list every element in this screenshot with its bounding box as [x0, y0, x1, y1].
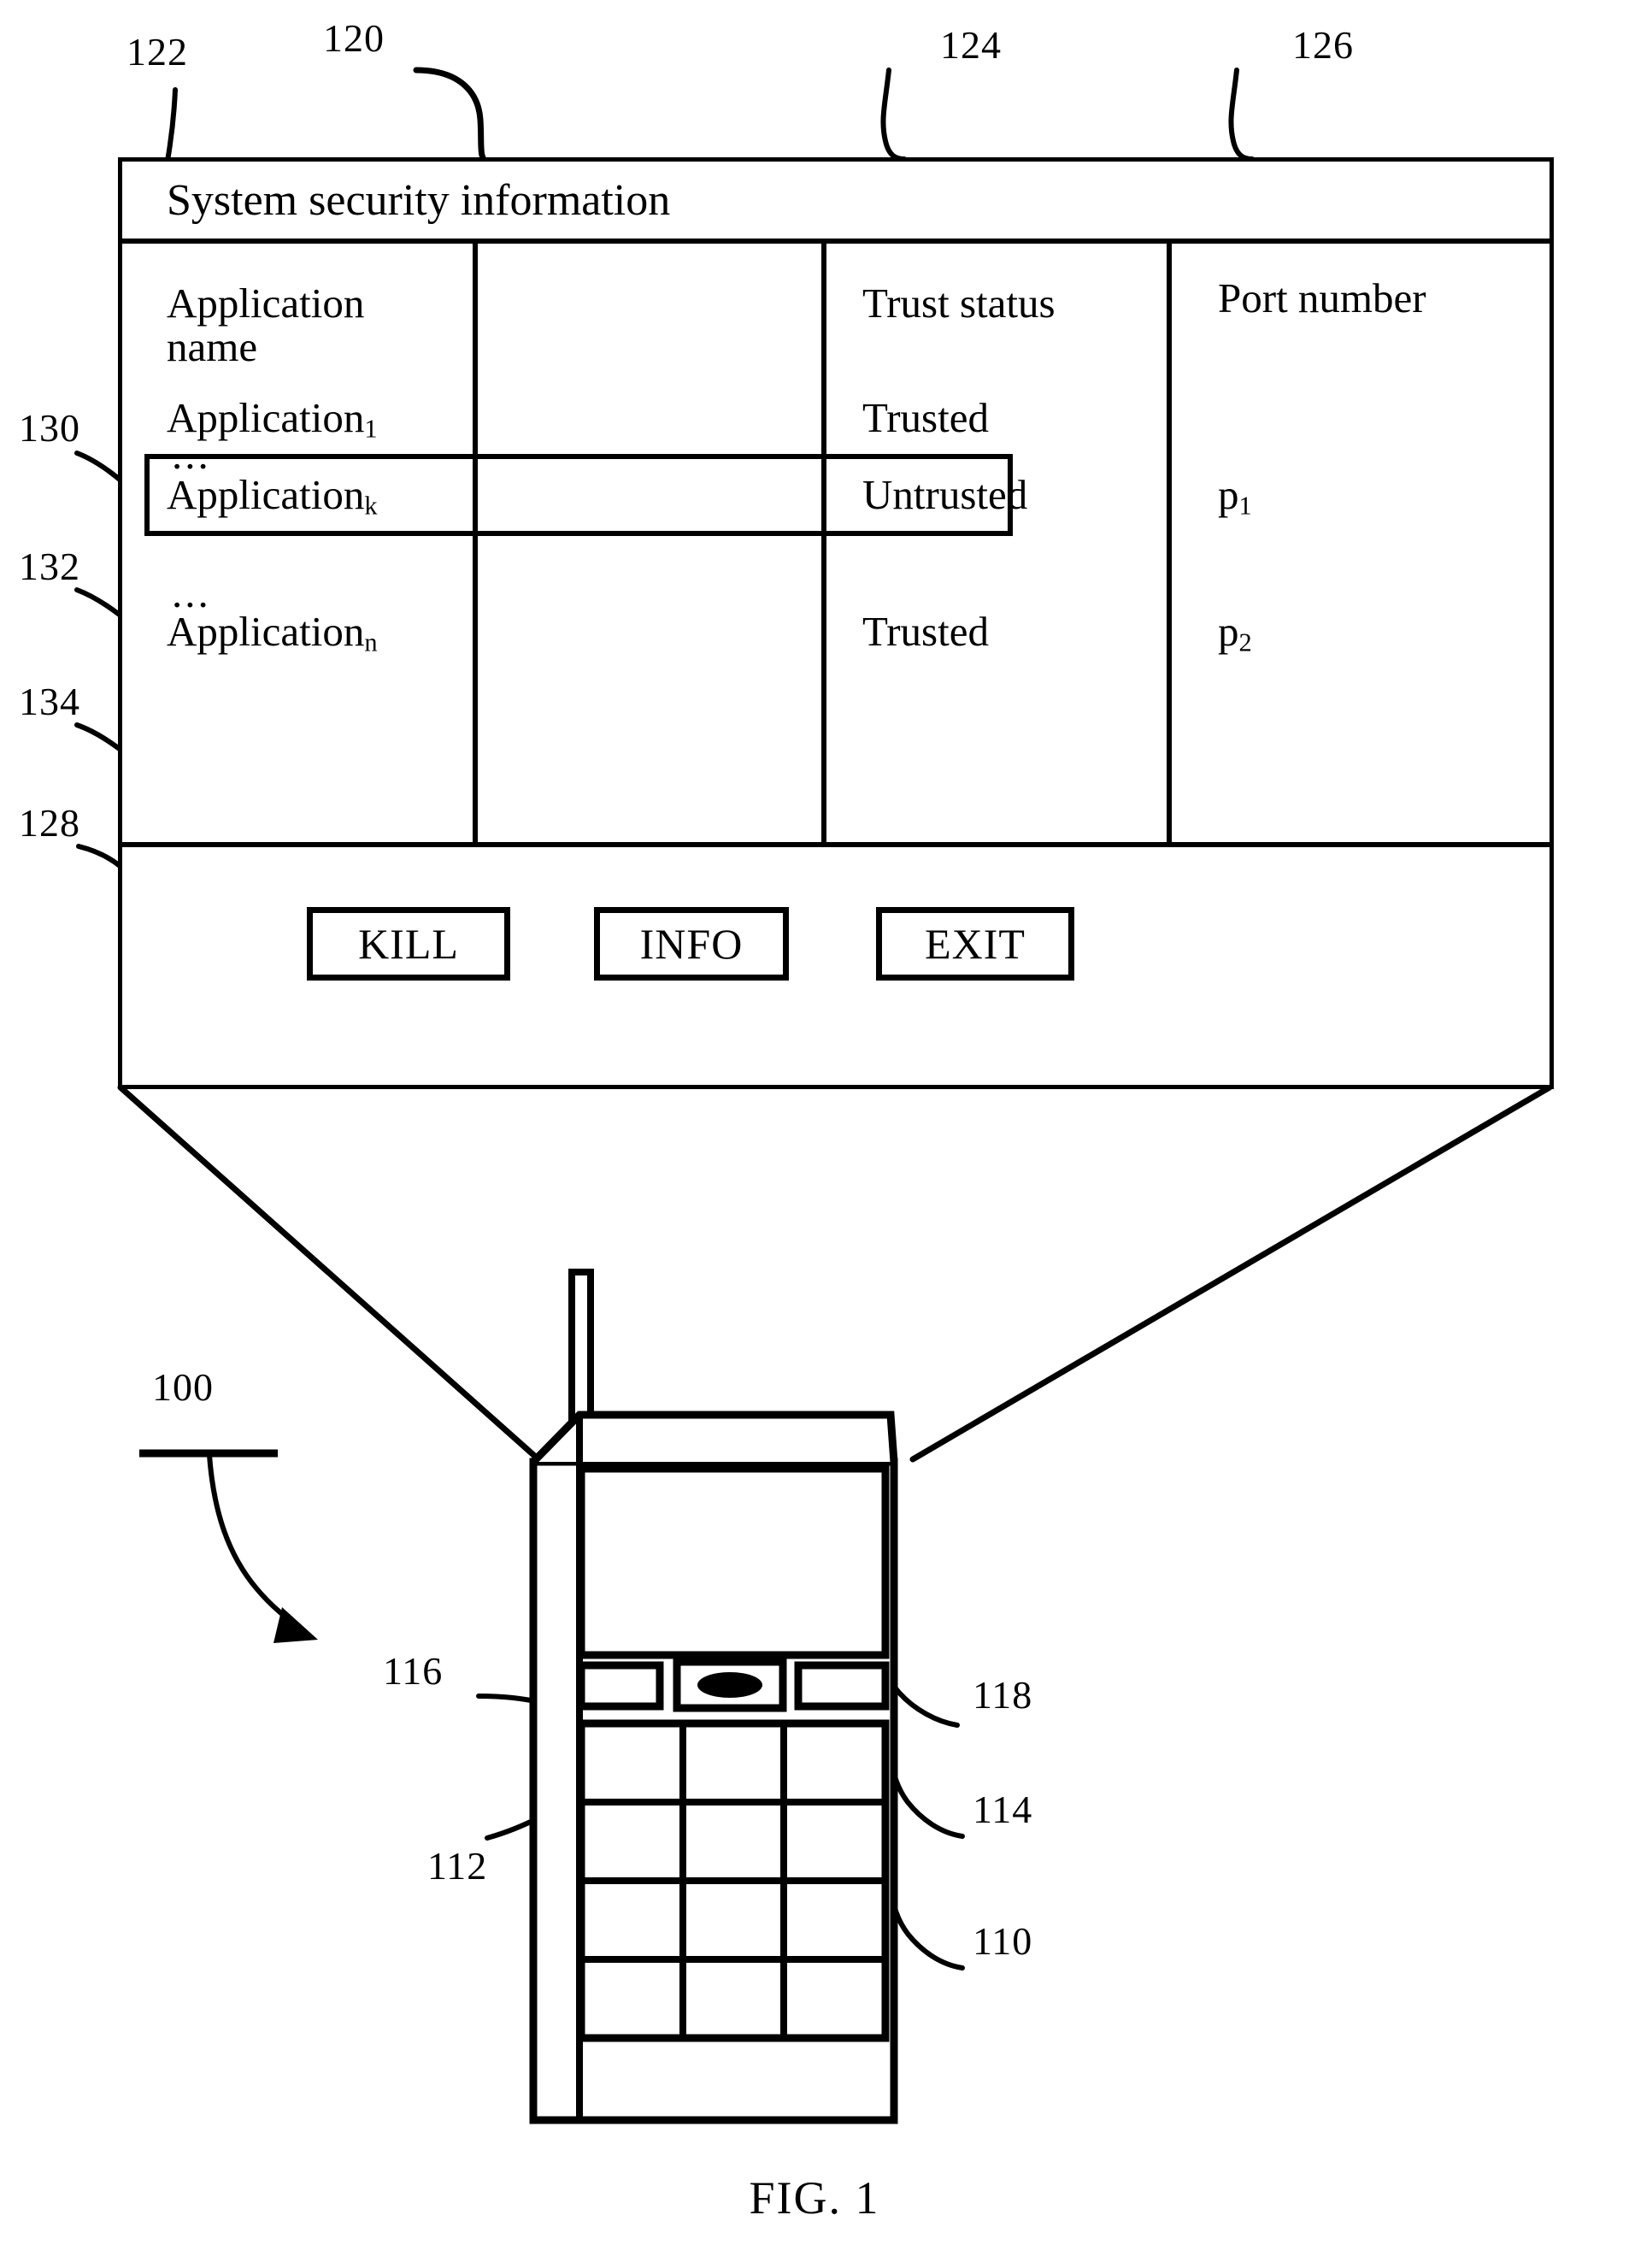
table-row[interactable]: Applicationk: [167, 473, 378, 521]
ref-numeral-120: 120: [323, 16, 385, 60]
cell-port-value: p: [1218, 471, 1239, 518]
window-footer: KILL INFO EXIT: [122, 842, 1550, 1088]
cell-application-name-subscript: n: [364, 627, 378, 657]
ref-numeral-134: 134: [19, 680, 80, 723]
cell-port-number: p1: [1218, 473, 1252, 521]
cell-application-name-subscript: 1: [364, 414, 378, 444]
row-ellipsis-upper: ...: [172, 431, 211, 478]
kill-button[interactable]: KILL: [307, 907, 510, 981]
cell-application-name-subscript: k: [364, 491, 378, 521]
cell-port-number: p2: [1218, 610, 1252, 657]
ref-numeral-112: 112: [427, 1844, 488, 1888]
system-security-window: System security information Application …: [118, 157, 1554, 1089]
info-button[interactable]: INFO: [594, 907, 789, 981]
cell-application-name: Application: [167, 608, 365, 655]
window-title: System security information: [167, 175, 671, 225]
ref-numeral-100: 100: [152, 1365, 214, 1409]
application-table: Application name Trust status Port numbe…: [122, 244, 1550, 842]
cell-port-value: p: [1218, 608, 1239, 655]
ref-numeral-126: 126: [1292, 23, 1354, 67]
ref-numeral-122: 122: [126, 30, 188, 74]
column-separator-1: [473, 244, 478, 842]
ref-numeral-118: 118: [973, 1673, 1033, 1717]
column-header-port-number: Port number: [1218, 274, 1426, 321]
cell-port-subscript: 2: [1238, 627, 1252, 657]
ref-numeral-132: 132: [19, 545, 80, 588]
ref-numeral-128: 128: [19, 801, 80, 845]
cell-trust-status: Trusted: [862, 608, 989, 655]
column-header-trust-status: Trust status: [862, 280, 1056, 327]
figure-caption: FIG. 1: [749, 2172, 880, 2224]
ref-numeral-110: 110: [973, 1919, 1033, 1963]
cell-port-subscript: 1: [1238, 491, 1252, 521]
ref-numeral-124: 124: [940, 23, 1002, 67]
cell-trust-status: Untrusted: [862, 471, 1028, 518]
ref-numeral-130: 130: [19, 406, 80, 450]
handset-drawing: [529, 1269, 898, 2124]
ref-numeral-114: 114: [973, 1788, 1033, 1831]
column-separator-2: [821, 244, 826, 842]
exit-button[interactable]: EXIT: [876, 907, 1074, 981]
cell-application-name: Application: [167, 471, 365, 518]
column-separator-3: [1167, 244, 1172, 842]
window-titlebar: System security information: [122, 162, 1550, 244]
column-header-application-name: Application name: [167, 280, 365, 371]
cell-trust-status: Trusted: [862, 394, 989, 441]
table-row[interactable]: Applicationn: [167, 610, 378, 657]
ref-numeral-116: 116: [383, 1649, 444, 1693]
